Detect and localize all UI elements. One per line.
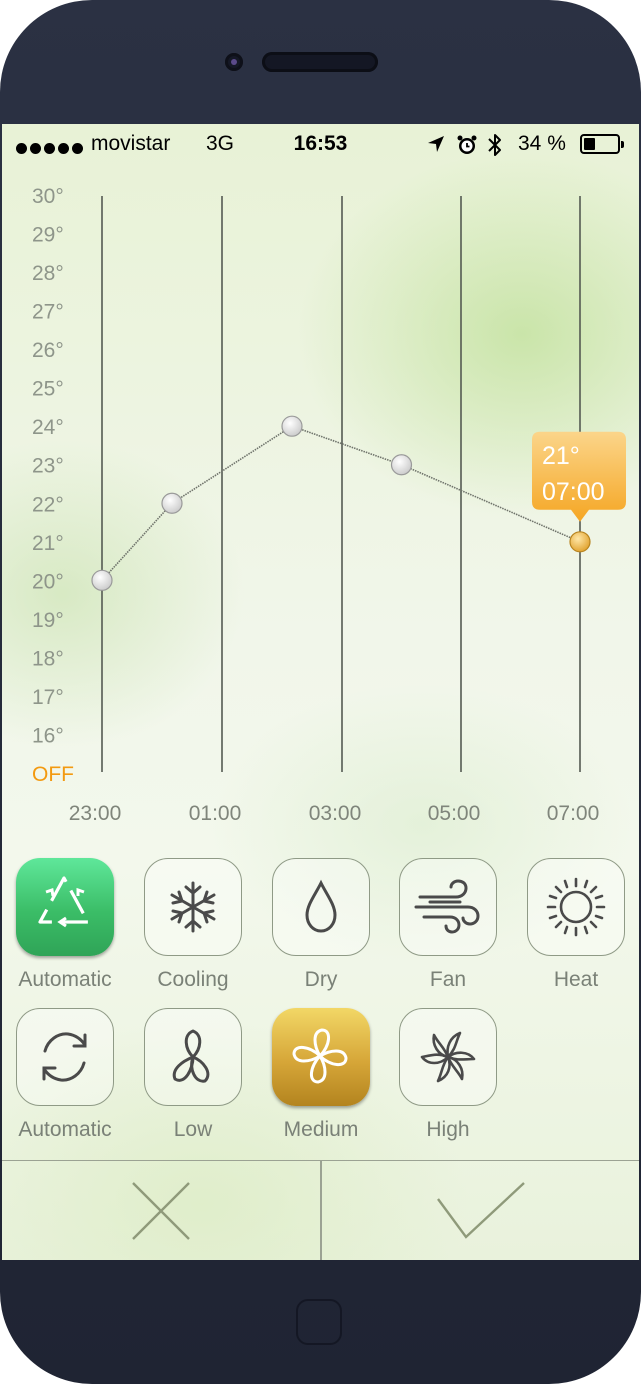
mode-fan-label: Fan [429, 968, 467, 991]
y-tick-label: 18° [32, 647, 64, 670]
y-tick-label: 19° [32, 609, 64, 632]
x-tick-label: 23:00 [69, 802, 122, 825]
tooltip-time: 07:00 [542, 478, 605, 506]
automatic-triangle-icon [38, 876, 90, 928]
snowflake-icon [170, 881, 216, 933]
close-icon [132, 1182, 190, 1240]
wind-icon [414, 879, 480, 934]
y-tick-label: 24° [32, 416, 64, 439]
fan-medium-label: Medium [283, 1118, 359, 1141]
bluetooth-icon [488, 134, 501, 156]
x-tick-label: 05:00 [428, 802, 481, 825]
alarm-clock-icon [457, 135, 477, 154]
fan-medium-icon [292, 1028, 348, 1084]
mode-dry-button[interactable] [272, 858, 370, 956]
x-axis-labels: 23:00 01:00 03:00 05:00 07:00 [69, 802, 600, 825]
temperature-point[interactable] [281, 415, 303, 437]
fan-automatic-button[interactable] [16, 1008, 114, 1106]
sun-icon [546, 877, 606, 937]
mode-dry-label: Dry [304, 968, 338, 991]
x-tick-label: 01:00 [189, 802, 242, 825]
fan-low-button[interactable] [144, 1008, 242, 1106]
selected-temperature-point[interactable] [569, 531, 591, 553]
mode-cooling-label: Cooling [157, 968, 229, 991]
battery-percent: 34 % [518, 132, 566, 155]
battery-icon [580, 134, 624, 154]
status-bar: movistar 3G 16:53 34 % [2, 124, 639, 166]
mode-automatic-button[interactable] [16, 858, 114, 956]
speaker-slot [262, 52, 378, 72]
fan-low-label: Low [173, 1118, 213, 1141]
y-tick-label: OFF [32, 763, 74, 786]
x-tick-label: 03:00 [309, 802, 362, 825]
y-tick-label: 27° [32, 301, 64, 324]
y-tick-label: 21° [32, 532, 64, 555]
y-axis-labels: 30° 29° 28° 27° 26° 25° 24° 23° 22° 21° 20° 19° 18° 1… [32, 185, 74, 786]
battery-fill [584, 138, 595, 150]
fan-high-button[interactable] [399, 1008, 497, 1106]
mode-heat-button[interactable] [527, 858, 625, 956]
x-tick-label: 07:00 [547, 802, 600, 825]
y-tick-label: 29° [32, 224, 64, 247]
fan-medium-button[interactable] [272, 1008, 370, 1106]
action-bar [2, 1160, 639, 1260]
mode-automatic-label: Automatic [18, 968, 112, 991]
fan-high-icon [420, 1031, 476, 1083]
fan-low-icon [172, 1029, 210, 1083]
y-tick-label: 25° [32, 378, 64, 401]
selected-point-tooltip: 21° 07:00 [532, 431, 626, 522]
temperature-points [91, 415, 591, 591]
temperature-point[interactable] [161, 492, 183, 514]
y-tick-label: 22° [32, 493, 64, 516]
time-grid-lines [101, 196, 581, 772]
location-arrow-icon [428, 136, 444, 152]
y-tick-label: 20° [32, 570, 64, 593]
mode-heat-label: Heat [553, 968, 599, 991]
temperature-point[interactable] [91, 569, 113, 591]
checkmark-icon [437, 1182, 525, 1239]
fan-high-label: High [426, 1118, 470, 1141]
camera [225, 53, 243, 71]
y-tick-label: 17° [32, 686, 64, 709]
cancel-button[interactable] [2, 1161, 320, 1260]
screen: movistar 3G 16:53 34 % 30° 29° 28° 27° 26° 25… [2, 124, 639, 1260]
y-tick-label: 26° [32, 339, 64, 362]
mode-fan-button[interactable] [399, 858, 497, 956]
water-drop-icon [305, 879, 337, 933]
refresh-icon [42, 1032, 87, 1082]
fan-automatic-label: Automatic [18, 1118, 112, 1141]
tooltip-temp: 21° [542, 442, 580, 470]
confirm-button[interactable] [322, 1161, 639, 1260]
phone-frame: movistar 3G 16:53 34 % 30° 29° 28° 27° 26° 25… [0, 0, 641, 1384]
y-tick-label: 16° [32, 724, 64, 747]
y-tick-label: 30° [32, 185, 64, 208]
home-button[interactable] [296, 1299, 342, 1345]
y-tick-label: 28° [32, 262, 64, 285]
schedule-chart[interactable]: 30° 29° 28° 27° 26° 25° 24° 23° 22° 21° 20° 19° 18° 1… [2, 166, 639, 826]
y-tick-label: 23° [32, 455, 64, 478]
mode-cooling-button[interactable] [144, 858, 242, 956]
temperature-point[interactable] [390, 454, 413, 476]
